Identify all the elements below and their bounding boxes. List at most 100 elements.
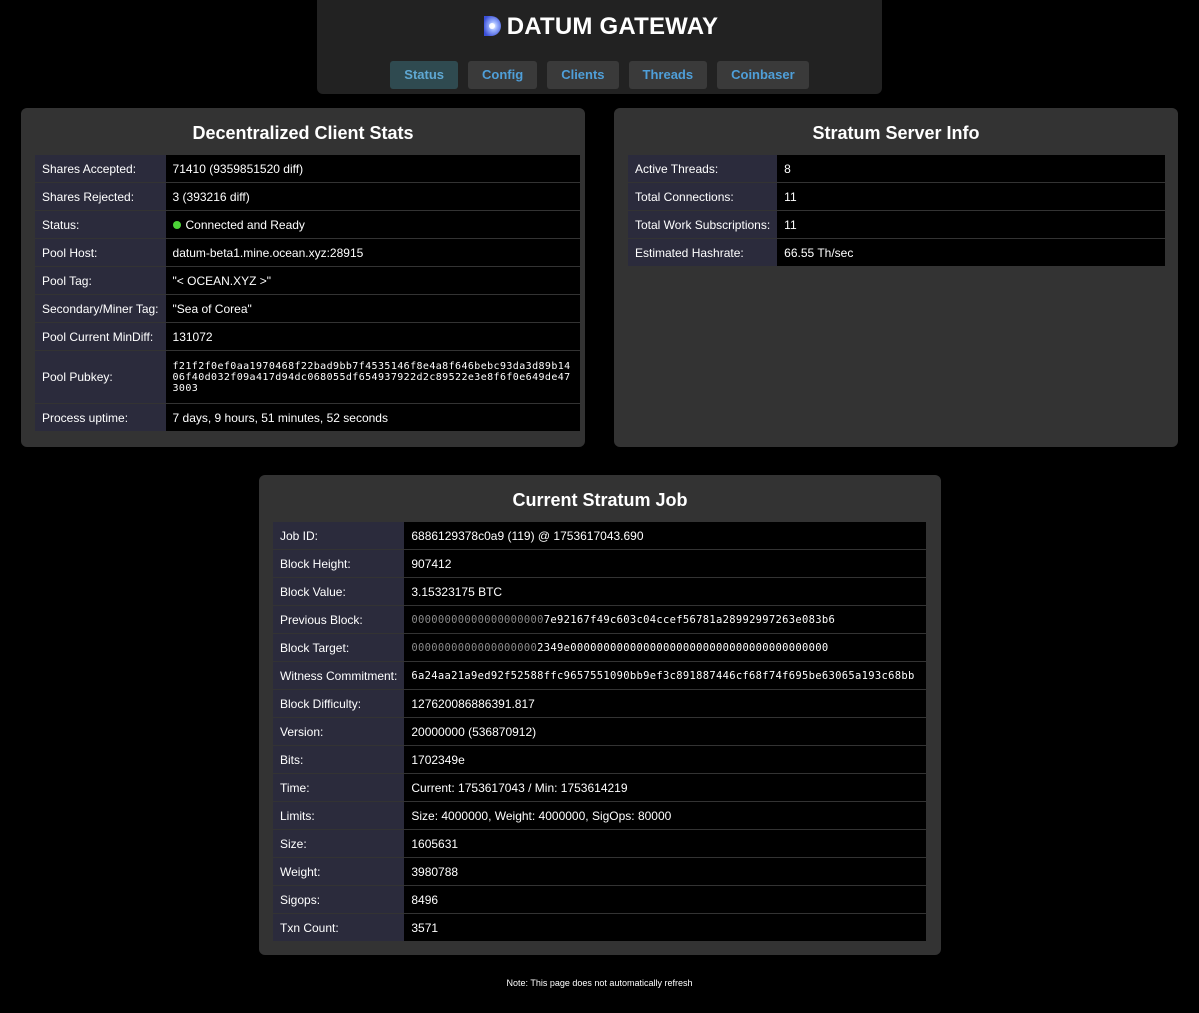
row-label: Active Threads: — [628, 155, 778, 183]
stratum-job-table: Job ID: 6886129378c0a9 (119) @ 175361704… — [273, 522, 926, 941]
nav-coinbaser-tab[interactable]: Coinbaser — [717, 61, 809, 89]
nav-status-tab[interactable]: Status — [390, 61, 459, 89]
table-row: Weight: 3980788 — [273, 857, 926, 886]
nav-threads-tab[interactable]: Threads — [628, 61, 708, 89]
row-label: Total Connections: — [628, 182, 778, 211]
app-title: DATUM GATEWAY — [506, 13, 719, 40]
stratum-job-title: Current Stratum Job — [512, 490, 688, 510]
datum-logo-icon — [483, 16, 501, 36]
table-row: Total Work Subscriptions: 11 — [628, 210, 1165, 239]
nav-clients-tab[interactable]: Clients — [547, 61, 619, 89]
row-value: "< OCEAN.XYZ >" — [165, 266, 580, 295]
table-row: Shares Accepted: 71410 (9359851520 diff) — [35, 155, 580, 183]
client-stats-title: Decentralized Client Stats — [192, 123, 414, 143]
table-row: Process uptime: 7 days, 9 hours, 51 minu… — [35, 403, 580, 431]
table-row: Secondary/Miner Tag: "Sea of Corea" — [35, 294, 580, 323]
row-value: 20000000 (536870912) — [404, 717, 926, 746]
hash-leading-zeros: 0000000000000000000 — [411, 641, 538, 654]
row-value: 8 — [777, 155, 1165, 183]
hash-leading-zeros: 00000000000000000000 — [411, 613, 544, 626]
row-label: Shares Accepted: — [35, 155, 166, 183]
stratum-info-table: Active Threads: 8 Total Connections: 11 … — [628, 155, 1165, 266]
row-label: Weight: — [273, 857, 405, 886]
table-row: Pool Host: datum-beta1.mine.ocean.xyz:28… — [35, 238, 580, 267]
row-label: Job ID: — [273, 522, 405, 550]
table-row: Txn Count: 3571 — [273, 913, 926, 941]
row-label: Txn Count: — [273, 913, 405, 941]
table-row: Pool Tag: "< OCEAN.XYZ >" — [35, 266, 580, 295]
status-ok-dot-icon — [172, 220, 181, 229]
row-value: 71410 (9359851520 diff) — [165, 155, 580, 183]
table-row: Block Height: 907412 — [273, 549, 926, 578]
refresh-note: Note: This page does not automatically r… — [506, 978, 693, 988]
table-row: Time: Current: 1753617043 / Min: 1753614… — [273, 773, 926, 802]
table-row: Pool Current MinDiff: 131072 — [35, 322, 580, 351]
table-row: Status: Connected and Ready — [35, 210, 580, 239]
table-row: Size: 1605631 — [273, 829, 926, 858]
row-label: Block Height: — [273, 549, 405, 578]
row-value: 3980788 — [404, 857, 926, 886]
table-row: Limits: Size: 4000000, Weight: 4000000, … — [273, 801, 926, 830]
row-label: Pool Pubkey: — [35, 350, 166, 404]
row-value: Current: 1753617043 / Min: 1753614219 — [404, 773, 926, 802]
row-label: Pool Host: — [35, 238, 166, 267]
client-stats-panel: Decentralized Client Stats Shares Accept… — [21, 108, 585, 447]
row-label: Witness Commitment: — [273, 661, 405, 690]
table-row: Block Target: 00000000000000000002349e00… — [273, 633, 926, 662]
row-label: Limits: — [273, 801, 405, 830]
row-value: 3.15323175 BTC — [404, 577, 926, 606]
block-target-hash: 00000000000000000002349e0000000000000000… — [404, 633, 926, 662]
row-value: 127620086886391.817 — [404, 689, 926, 718]
table-row: Bits: 1702349e — [273, 745, 926, 774]
row-value: 6886129378c0a9 (119) @ 1753617043.690 — [404, 522, 926, 550]
row-value: 8496 — [404, 885, 926, 914]
table-row: Block Difficulty: 127620086886391.817 — [273, 689, 926, 718]
row-label: Pool Tag: — [35, 266, 166, 295]
table-row: Witness Commitment: 6a24aa21a9ed92f52588… — [273, 661, 926, 690]
row-label: Version: — [273, 717, 405, 746]
previous-block-hash: 000000000000000000007e92167f49c603c04cce… — [404, 605, 926, 634]
hash-significant: 2349e00000000000000000000000000000000000… — [537, 641, 829, 654]
table-row: Estimated Hashrate: 66.55 Th/sec — [628, 238, 1165, 266]
row-label: Size: — [273, 829, 405, 858]
row-label: Process uptime: — [35, 403, 166, 431]
main-nav: Status Config Clients Threads Coinbaser — [317, 61, 882, 89]
row-label: Shares Rejected: — [35, 182, 166, 211]
witness-commitment: 6a24aa21a9ed92f52588ffc9657551090bb9ef3c… — [404, 661, 926, 690]
table-row: Sigops: 8496 — [273, 885, 926, 914]
table-row: Active Threads: 8 — [628, 155, 1165, 183]
row-label: Estimated Hashrate: — [628, 238, 778, 266]
status-text: Connected and Ready — [185, 217, 305, 232]
row-label: Sigops: — [273, 885, 405, 914]
row-label: Previous Block: — [273, 605, 405, 634]
stratum-info-panel: Stratum Server Info Active Threads: 8 To… — [614, 108, 1178, 447]
row-value: 1605631 — [404, 829, 926, 858]
row-label: Status: — [35, 210, 166, 239]
row-value: Size: 4000000, Weight: 4000000, SigOps: … — [404, 801, 926, 830]
row-label: Block Difficulty: — [273, 689, 405, 718]
row-label: Secondary/Miner Tag: — [35, 294, 166, 323]
row-value: 907412 — [404, 549, 926, 578]
table-row: Job ID: 6886129378c0a9 (119) @ 175361704… — [273, 522, 926, 550]
app-title-row: DATUM GATEWAY — [317, 13, 882, 41]
row-value: 3571 — [404, 913, 926, 941]
connection-status: Connected and Ready — [165, 210, 580, 239]
table-row: Total Connections: 11 — [628, 182, 1165, 211]
row-label: Block Target: — [273, 633, 405, 662]
row-value: 11 — [777, 182, 1165, 211]
row-label: Bits: — [273, 745, 405, 774]
row-value: 11 — [777, 210, 1165, 239]
row-value: 3 (393216 diff) — [165, 182, 580, 211]
table-row: Pool Pubkey: f21f2f0ef0aa1970468f22bad9b… — [35, 350, 580, 404]
stratum-info-title: Stratum Server Info — [812, 123, 980, 143]
nav-config-tab[interactable]: Config — [468, 61, 538, 89]
client-stats-table: Shares Accepted: 71410 (9359851520 diff)… — [35, 155, 580, 431]
stratum-job-panel: Current Stratum Job Job ID: 6886129378c0… — [259, 475, 941, 955]
row-value: 131072 — [165, 322, 580, 351]
table-row: Version: 20000000 (536870912) — [273, 717, 926, 746]
row-value: 66.55 Th/sec — [777, 238, 1165, 266]
pool-pubkey: f21f2f0ef0aa1970468f22bad9bb7f4535146f8e… — [172, 360, 571, 394]
row-value: 7 days, 9 hours, 51 minutes, 52 seconds — [165, 403, 580, 431]
row-value: datum-beta1.mine.ocean.xyz:28915 — [165, 238, 580, 267]
hash-significant: 7e92167f49c603c04ccef56781a28992997263e0… — [543, 613, 836, 626]
